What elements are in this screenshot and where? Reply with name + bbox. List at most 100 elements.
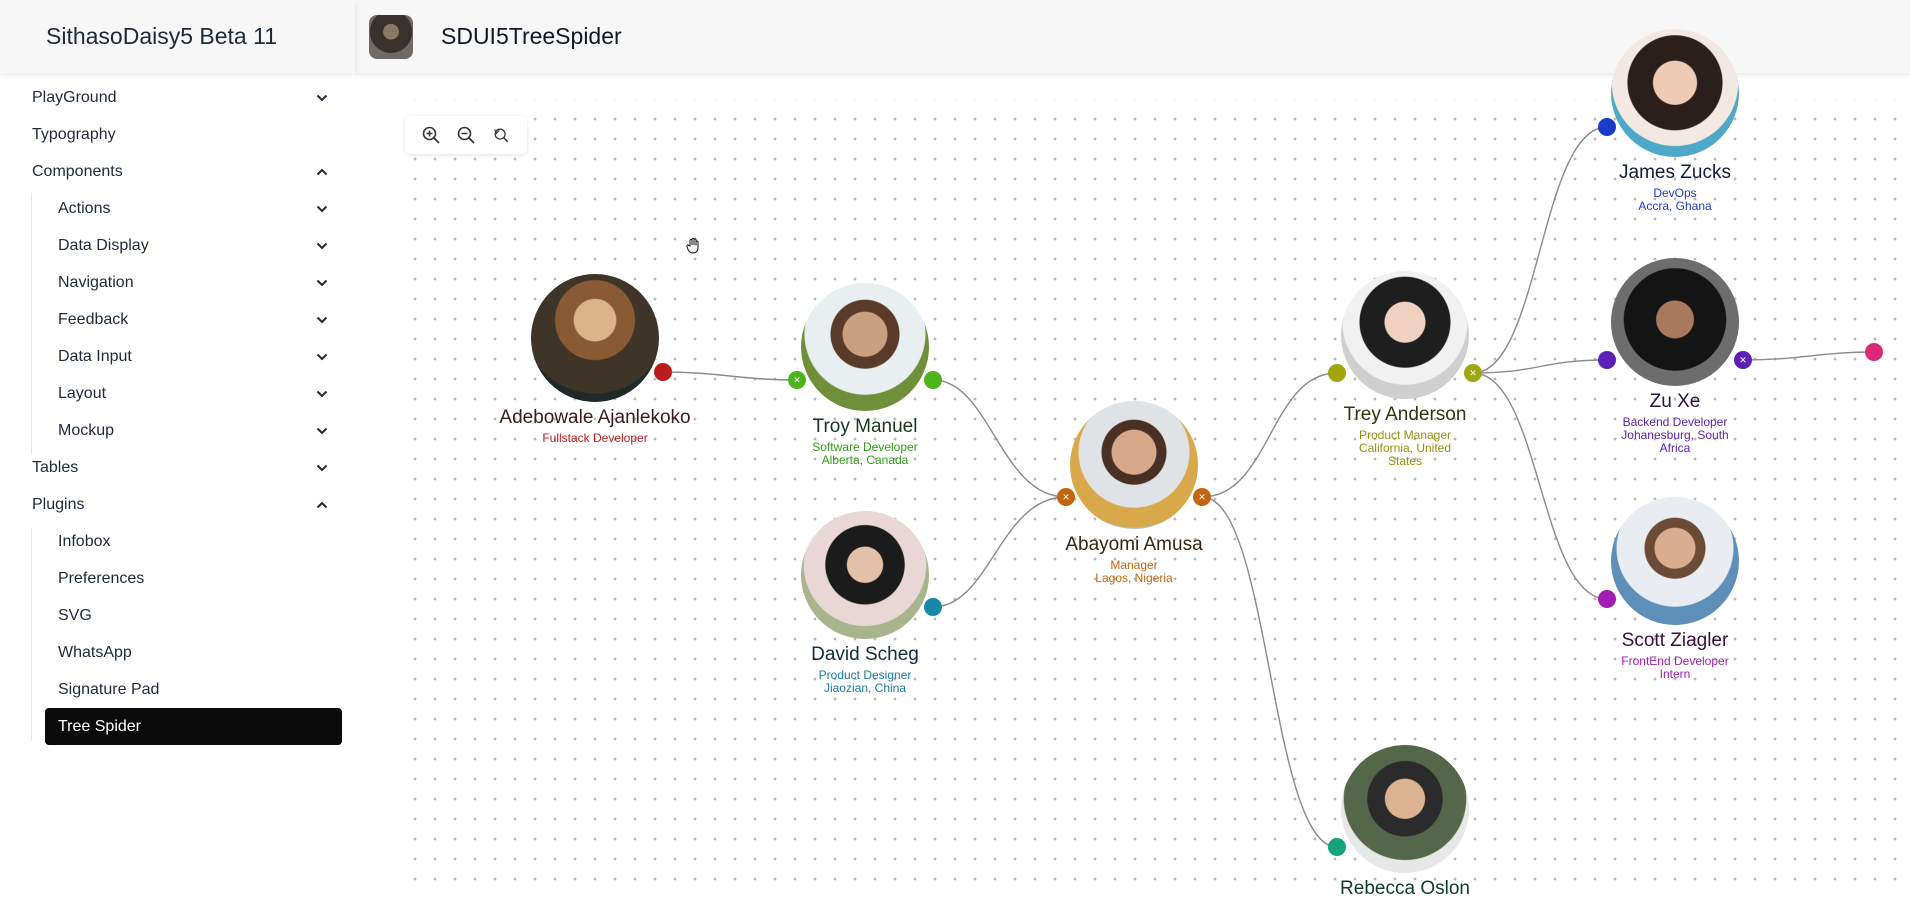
brand-bar: SithasoDaisy5 Beta 11 [0,0,355,73]
sidebar-item-tree-spider[interactable]: Tree Spider [45,708,342,745]
node-name: Trey Anderson [1343,404,1467,425]
sidebar-item-data-display[interactable]: Data Display [45,227,342,264]
chevron-down-icon [314,238,330,254]
sidebar-item-label: Components [32,162,123,180]
sidebar-item-preferences[interactable]: Preferences [45,560,342,597]
sidebar-menu: PlayGround Typography Components Actions… [20,79,342,745]
collapse-handle[interactable] [1328,838,1346,856]
node-name: Rebecca Oslon [1340,878,1470,899]
collapse-handle[interactable] [1598,118,1616,136]
sidebar-item-layout[interactable]: Layout [45,375,342,412]
sidebar-item-label: Tree Spider [58,717,141,735]
chevron-up-icon [314,497,330,513]
collapse-handle[interactable] [654,363,672,381]
user-avatar[interactable] [369,14,413,59]
avatar [801,283,929,411]
avatar [801,511,929,639]
sidebar-item-svg[interactable]: SVG [45,597,342,634]
chevron-down-icon [314,423,330,439]
sidebar-item-label: Layout [58,384,107,402]
collapse-handle[interactable] [924,598,942,616]
chevron-down-icon [314,312,330,328]
avatar [1341,271,1469,399]
sidebar-item-actions[interactable]: Actions [45,190,342,227]
collapse-handle[interactable] [1865,343,1883,361]
sidebar-item-typography[interactable]: Typography [20,116,342,153]
expand-handle[interactable]: ✕ [1057,488,1075,506]
sidebar-item-label: PlayGround [32,88,117,106]
node-name: James Zucks [1619,162,1731,183]
sidebar-item-plugins[interactable]: Plugins [20,486,342,523]
avatar [1611,29,1739,157]
node-name: Abayomi Amusa [1065,534,1203,555]
sidebar-item-mockup[interactable]: Mockup [45,412,342,449]
node-name: Troy Manuel [812,416,918,437]
sidebar-item-label: Plugins [32,495,85,513]
sidebar-item-label: WhatsApp [58,643,132,661]
sidebar-item-feedback[interactable]: Feedback [45,301,342,338]
page-title: SDUI5TreeSpider [441,23,622,49]
sidebar-item-label: Actions [58,199,111,217]
app-title[interactable]: SithasoDaisy5 Beta 11 [46,23,277,50]
node-role: Fullstack Developer [542,431,648,445]
node-name: Scott Ziagler [1621,630,1729,651]
sidebar-item-playground[interactable]: PlayGround [20,79,342,116]
chevron-down-icon [314,460,330,476]
avatar [531,274,659,402]
sidebar-item-label: Feedback [58,310,129,328]
sidebar: PlayGround Typography Components Actions… [0,73,355,923]
sidebar-item-label: Signature Pad [58,680,160,698]
node-location: California, United States [1358,441,1452,468]
zoom-toolbar [405,116,527,154]
node-location: Alberta, Canada [821,453,909,467]
expand-handle[interactable]: ✕ [788,371,806,389]
avatar [1611,497,1739,625]
sidebar-item-signature-pad[interactable]: Signature Pad [45,671,342,708]
chevron-up-icon [314,164,330,180]
sidebar-item-label: Preferences [58,569,145,587]
collapse-handle[interactable] [1328,364,1346,382]
node-adebowale[interactable]: Adebowale Ajanlekoko Fullstack Developer [495,274,695,445]
avatar [1070,401,1198,529]
expand-handle[interactable]: ✕ [1464,364,1482,382]
sidebar-item-whatsapp[interactable]: WhatsApp [45,634,342,671]
node-name: Zu Xe [1649,391,1701,412]
node-scott[interactable]: Scott Ziagler FrontEnd Developer Intern [1585,497,1765,681]
sidebar-item-label: Infobox [58,532,111,550]
node-location: Accra, Ghana [1638,199,1712,213]
zoom-out-icon[interactable] [452,121,480,149]
chevron-down-icon [314,349,330,365]
sidebar-item-label: Navigation [58,273,134,291]
zoom-reset-icon[interactable] [487,121,515,149]
zoom-in-icon[interactable] [417,121,445,149]
sidebar-item-label: Mockup [58,421,115,439]
node-location: Jiaozian, China [823,681,907,695]
expand-handle[interactable]: ✕ [1734,351,1752,369]
node-location: Johanesburg, South Africa [1621,428,1729,455]
sidebar-item-label: SVG [58,606,92,624]
sidebar-item-label: Tables [32,458,79,476]
sidebar-item-label: Data Input [58,347,132,365]
sidebar-item-label: Data Display [58,236,149,254]
node-name: David Scheg [811,644,919,665]
node-location: Lagos, Nigeria [1095,571,1173,585]
collapse-handle[interactable] [924,371,942,389]
chevron-down-icon [314,90,330,106]
sidebar-item-infobox[interactable]: Infobox [45,523,342,560]
chevron-down-icon [314,275,330,291]
sidebar-item-components[interactable]: Components [20,153,342,190]
node-rebecca[interactable]: Rebecca Oslon [1315,745,1495,900]
chevron-down-icon [314,201,330,217]
sidebar-item-label: Typography [32,125,116,143]
sidebar-item-tables[interactable]: Tables [20,449,342,486]
node-role: FrontEnd Developer Intern [1621,654,1729,681]
collapse-handle[interactable] [1598,351,1616,369]
sidebar-item-data-input[interactable]: Data Input [45,338,342,375]
expand-handle[interactable]: ✕ [1193,488,1211,506]
node-name: Adebowale Ajanlekoko [499,407,691,428]
collapse-handle[interactable] [1598,590,1616,608]
chevron-down-icon [314,386,330,402]
avatar [1611,258,1739,386]
sidebar-item-navigation[interactable]: Navigation [45,264,342,301]
avatar [1341,745,1469,873]
